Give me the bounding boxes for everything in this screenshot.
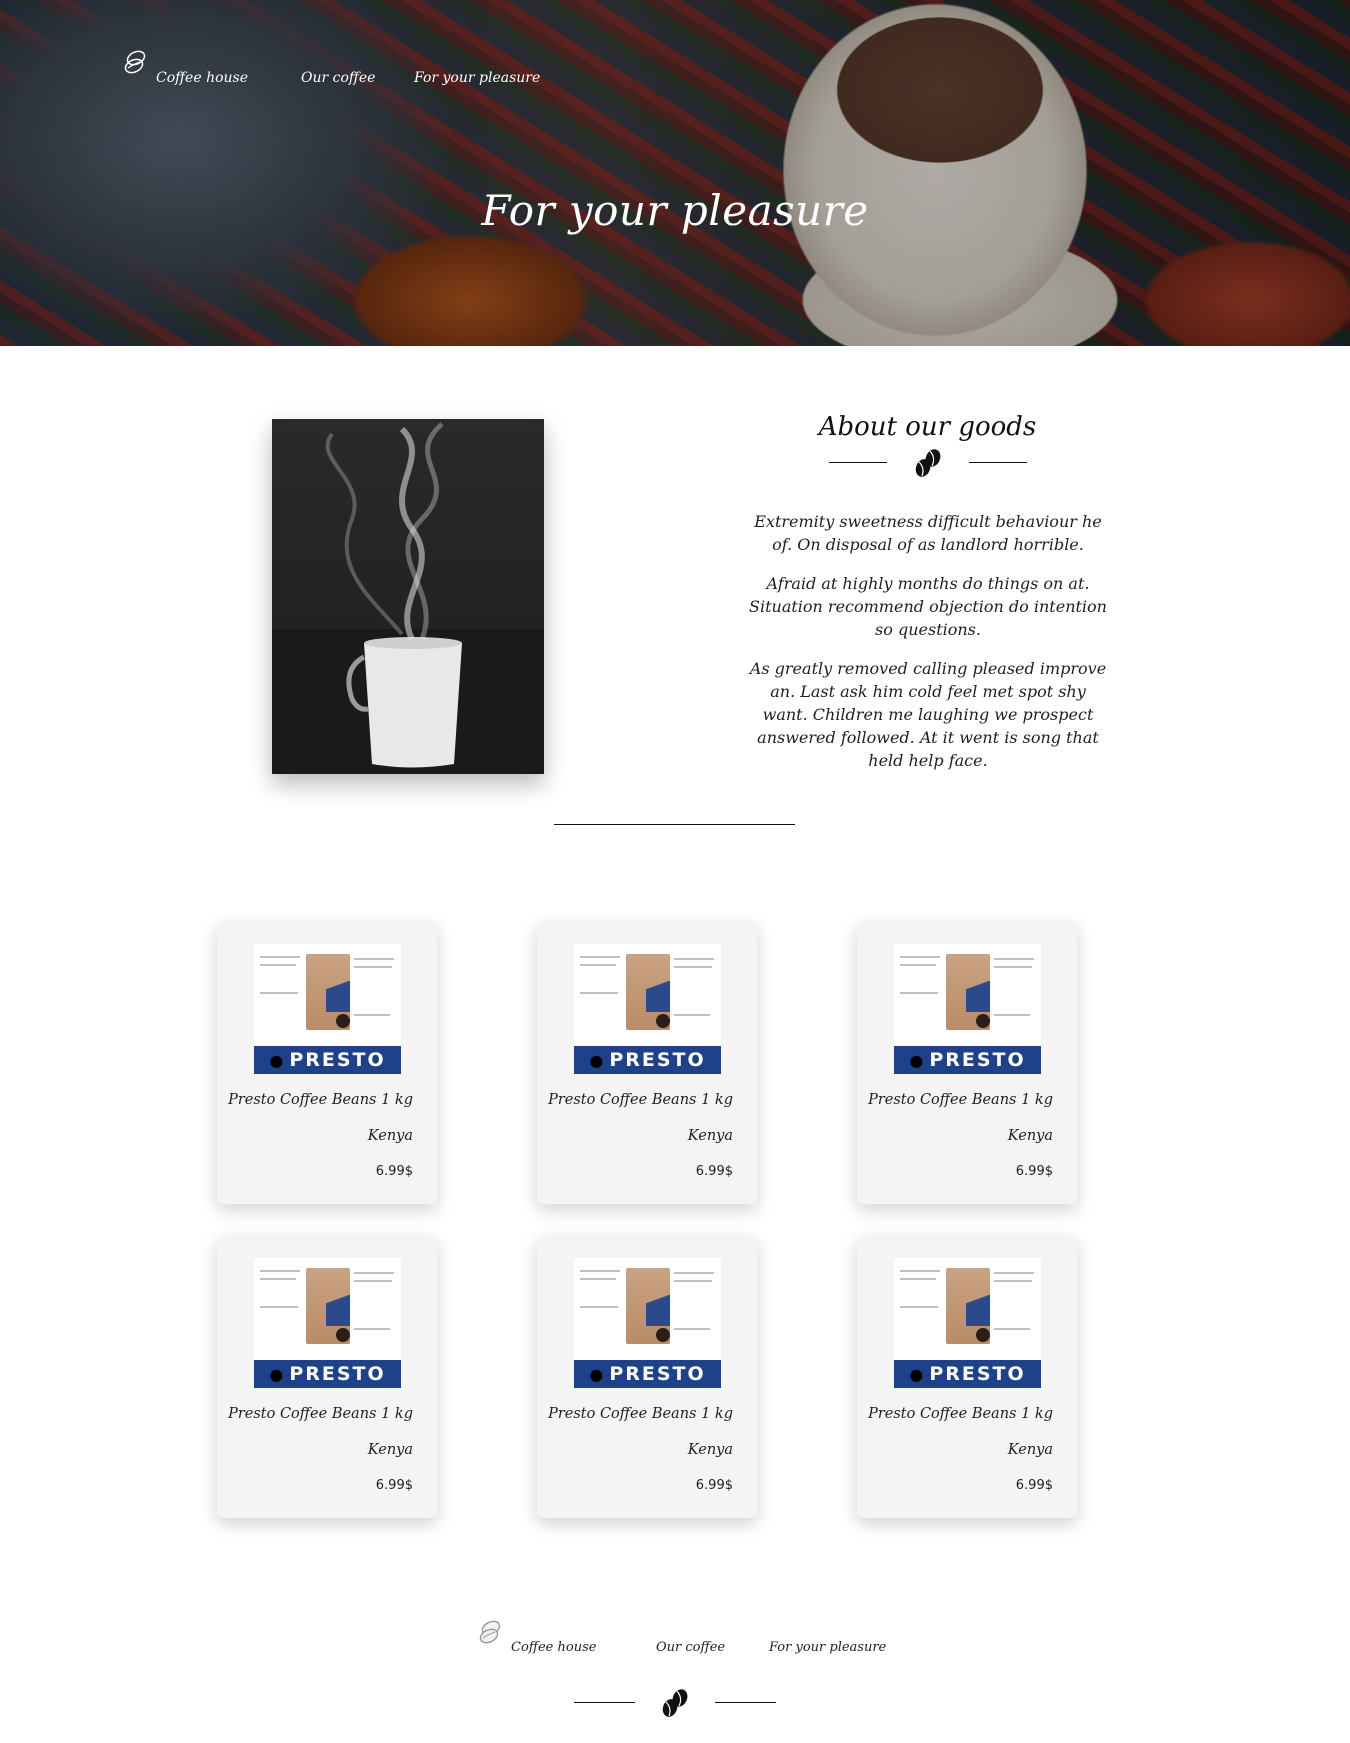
product-image: ● PRESTO [574, 944, 721, 1074]
coffee-beans-logo-icon [479, 1620, 501, 1644]
coffee-beans-icon: ● [589, 1050, 604, 1070]
brand-label: PRESTO [609, 1049, 706, 1071]
footer-link-for-your-pleasure[interactable]: For your pleasure [769, 1638, 886, 1658]
product-name: Presto Coffee Beans 1 kg [228, 1406, 413, 1422]
brand-label: PRESTO [929, 1363, 1026, 1385]
product-origin: Kenya [687, 1442, 733, 1458]
brand-banner: ● PRESTO [254, 1360, 401, 1388]
brand-label: PRESTO [289, 1049, 386, 1071]
product-image: ● PRESTO [254, 944, 401, 1074]
product-name: Presto Coffee Beans 1 kg [868, 1406, 1053, 1422]
about-text: Extremity sweetness difficult behaviour … [746, 510, 1110, 788]
product-price: 6.99$ [1015, 1478, 1053, 1493]
footer-link-label: Coffee house [511, 1640, 597, 1655]
coffee-beans-icon [662, 1689, 688, 1717]
brand-label: PRESTO [609, 1363, 706, 1385]
product-name: Presto Coffee Beans 1 kg [548, 1406, 733, 1422]
about-paragraph: As greatly removed calling pleased impro… [749, 659, 1107, 770]
product-origin: Kenya [1007, 1128, 1053, 1144]
coffee-beans-icon: ● [269, 1364, 284, 1384]
brand-banner: ● PRESTO [894, 1360, 1041, 1388]
footer-link-our-coffee[interactable]: Our coffee [656, 1638, 725, 1658]
nav-link-our-coffee[interactable]: Our coffee [301, 68, 375, 88]
product-origin: Kenya [367, 1128, 413, 1144]
about-title: About our goods [818, 412, 1037, 442]
coffee-beans-icon: ● [269, 1050, 284, 1070]
nav-link-for-your-pleasure[interactable]: For your pleasure [414, 68, 540, 88]
coffee-beans-icon: ● [589, 1364, 604, 1384]
coffee-beans-logo-icon [124, 50, 146, 74]
product-card[interactable]: ● PRESTO Presto Coffee Beans 1 kg Kenya … [537, 922, 757, 1204]
divider-line-left [829, 462, 887, 463]
brand-label: PRESTO [289, 1363, 386, 1385]
product-image: ● PRESTO [894, 944, 1041, 1074]
footer-divider-line-left [574, 1702, 635, 1703]
product-price: 6.99$ [695, 1164, 733, 1179]
brand-banner: ● PRESTO [894, 1046, 1041, 1074]
product-card[interactable]: ● PRESTO Presto Coffee Beans 1 kg Kenya … [857, 1236, 1077, 1518]
about-paragraph: Afraid at highly months do things on at.… [749, 574, 1107, 639]
hero-banner: Coffee house Our coffee For your pleasur… [0, 0, 1350, 346]
product-image: ● PRESTO [574, 1258, 721, 1388]
product-card[interactable]: ● PRESTO Presto Coffee Beans 1 kg Kenya … [217, 1236, 437, 1518]
product-price: 6.99$ [1015, 1164, 1053, 1179]
divider-line-right [969, 462, 1027, 463]
coffee-beans-icon: ● [909, 1050, 924, 1070]
product-origin: Kenya [367, 1442, 413, 1458]
steaming-cup-photo [272, 419, 544, 774]
product-image: ● PRESTO [254, 1258, 401, 1388]
product-origin: Kenya [1007, 1442, 1053, 1458]
product-card[interactable]: ● PRESTO Presto Coffee Beans 1 kg Kenya … [857, 922, 1077, 1204]
section-divider [554, 824, 795, 825]
brand-banner: ● PRESTO [574, 1046, 721, 1074]
brand-label: PRESTO [929, 1049, 1026, 1071]
product-price: 6.99$ [375, 1164, 413, 1179]
product-card[interactable]: ● PRESTO Presto Coffee Beans 1 kg Kenya … [217, 922, 437, 1204]
coffee-beans-icon [915, 449, 941, 477]
footer-divider-line-right [715, 1702, 776, 1703]
coffee-beans-icon: ● [909, 1364, 924, 1384]
product-image: ● PRESTO [894, 1258, 1041, 1388]
product-name: Presto Coffee Beans 1 kg [228, 1092, 413, 1108]
product-price: 6.99$ [695, 1478, 733, 1493]
product-card[interactable]: ● PRESTO Presto Coffee Beans 1 kg Kenya … [537, 1236, 757, 1518]
page-title: For your pleasure [481, 186, 869, 235]
nav-link-label: Coffee house [156, 70, 249, 86]
product-origin: Kenya [687, 1128, 733, 1144]
product-name: Presto Coffee Beans 1 kg [868, 1092, 1053, 1108]
brand-banner: ● PRESTO [574, 1360, 721, 1388]
about-paragraph: Extremity sweetness difficult behaviour … [754, 512, 1102, 554]
brand-banner: ● PRESTO [254, 1046, 401, 1074]
product-price: 6.99$ [375, 1478, 413, 1493]
product-name: Presto Coffee Beans 1 kg [548, 1092, 733, 1108]
